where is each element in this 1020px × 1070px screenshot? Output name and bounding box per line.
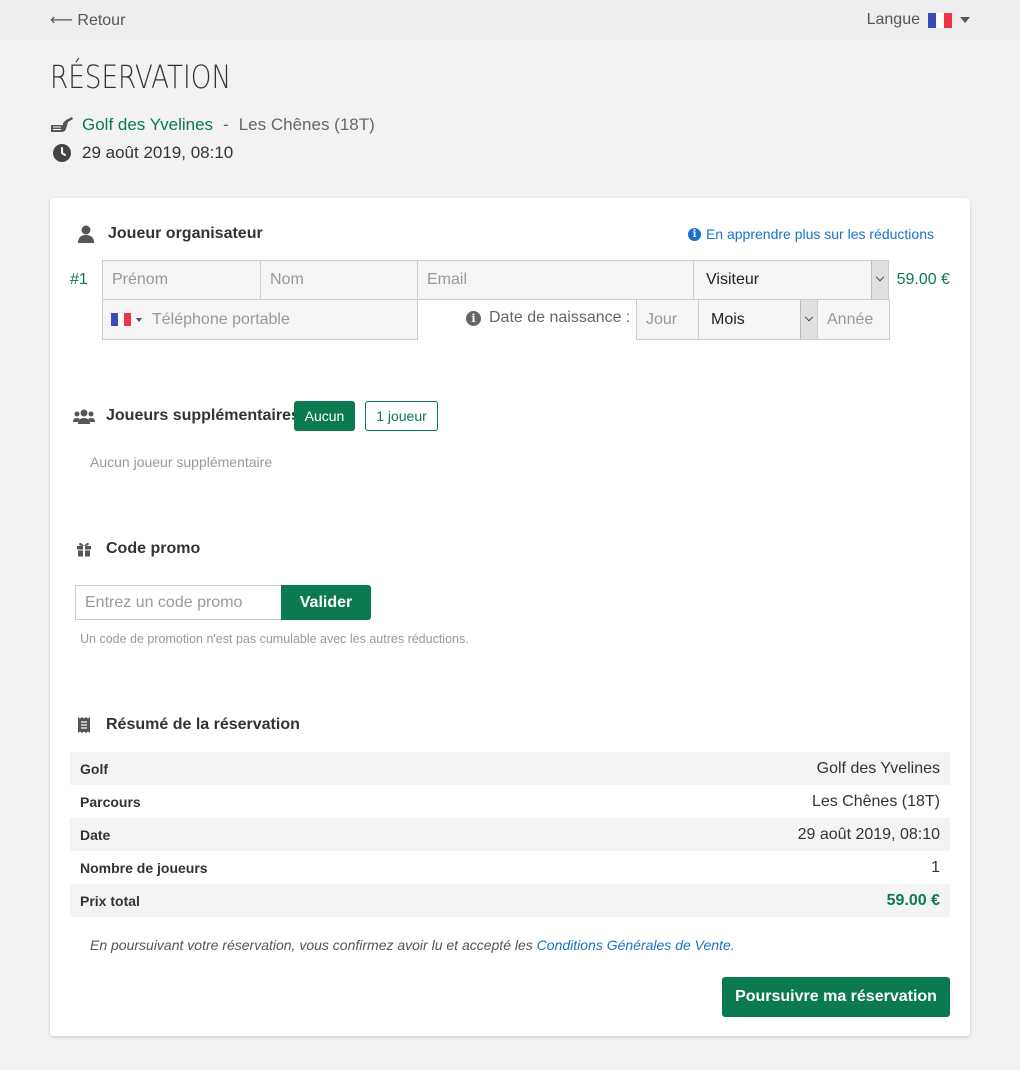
total-price: 59.00 € [886, 891, 940, 909]
phone-input[interactable]: Téléphone portable [102, 299, 418, 340]
summary-value: 1 [931, 858, 940, 876]
promo-code-input[interactable]: Entrez un code promo [75, 585, 282, 620]
no-extra-players-text: Aucun joueur supplémentaire [90, 454, 273, 470]
continue-booking-button[interactable]: Poursuivre ma réservation [722, 977, 950, 1017]
booking-datetime: 29 août 2019, 08:10 [50, 143, 233, 163]
dob-month-value: Mois [711, 310, 745, 328]
phone-placeholder: Téléphone portable [152, 310, 290, 328]
discount-info-link[interactable]: i En apprendre plus sur les réductions [687, 226, 934, 242]
terms-prefix: En poursuivant votre réservation, vous c… [90, 937, 537, 953]
top-bar: ⟵ Retour Langue [0, 0, 1020, 40]
summary-value: 29 août 2019, 08:10 [797, 825, 940, 843]
table-row: Date 29 août 2019, 08:10 [70, 818, 950, 851]
page-title: RÉSERVATION [50, 58, 232, 96]
datetime-text: 29 août 2019, 08:10 [82, 143, 234, 162]
course-name: Les Chênes (18T) [238, 115, 375, 134]
table-row: Parcours Les Chênes (18T) [70, 785, 950, 818]
summary-label: Prix total [80, 892, 140, 909]
promo-submit-button[interactable]: Valider [281, 585, 371, 620]
info-icon: i [687, 227, 701, 241]
back-link[interactable]: ⟵ Retour [50, 10, 125, 30]
summary-value: Les Chênes (18T) [811, 792, 940, 810]
dob-month-select[interactable]: Mois [698, 299, 818, 340]
user-icon [74, 225, 98, 243]
language-label: Langue [866, 11, 920, 28]
flag-fr-icon [928, 12, 952, 28]
summary-label: Date [80, 826, 111, 843]
terms-notice: En poursuivant votre réservation, vous c… [90, 937, 735, 953]
users-icon [72, 408, 96, 424]
firstname-input[interactable]: Prénom [102, 260, 261, 300]
dob-label: i Date de naissance : [466, 309, 630, 327]
chevron-down-icon [800, 300, 817, 339]
booking-card: Joueur organisateur i En apprendre plus … [50, 198, 970, 1036]
email-input[interactable]: Email [417, 260, 694, 300]
player-number: #1 [70, 271, 88, 288]
promo-heading-text: Code promo [106, 540, 201, 557]
info-icon: i [466, 310, 481, 326]
summary-heading-text: Résumé de la réservation [106, 716, 300, 733]
summary-label: Nombre de joueurs [80, 859, 208, 876]
chevron-down-icon [136, 317, 142, 322]
phone-country-selector[interactable] [103, 313, 152, 326]
table-row: Prix total 59.00 € [70, 884, 950, 917]
flag-fr-icon [111, 313, 132, 326]
summary-table: Golf Golf des Yvelines Parcours Les Chên… [70, 752, 950, 917]
table-row: Golf Golf des Yvelines [70, 752, 950, 785]
summary-value: Golf des Yvelines [816, 759, 940, 777]
extra-players-heading: Joueurs supplémentaires [72, 407, 300, 425]
discount-info-text: En apprendre plus sur les réductions [705, 226, 934, 242]
extra-one-button[interactable]: 1 joueur [365, 401, 438, 431]
course-info: Golf des Yvelines - Les Chênes (18T) [50, 115, 375, 135]
extra-players-heading-text: Joueurs supplémentaires [106, 407, 300, 424]
promo-heading: Code promo [72, 540, 200, 558]
dob-year-input[interactable]: Année [817, 299, 890, 340]
player-price: 59.00 € [896, 271, 950, 288]
dob-day-input[interactable]: Jour [636, 299, 699, 340]
chevron-down-icon [960, 17, 970, 23]
terms-link[interactable]: Conditions Générales de Vente [537, 937, 731, 953]
organizer-heading-text: Joueur organisateur [108, 225, 263, 242]
receipt-icon [72, 717, 96, 733]
organizer-heading: Joueur organisateur [74, 225, 263, 243]
promo-note: Un code de promotion n'est pas cumulable… [80, 632, 469, 646]
clock-icon [50, 144, 74, 162]
gift-icon [72, 541, 96, 557]
chevron-down-icon [871, 261, 888, 299]
golf-club-icon [50, 116, 74, 134]
summary-label: Golf [80, 760, 108, 777]
summary-heading: Résumé de la réservation [72, 716, 300, 734]
terms-suffix: . [730, 937, 735, 953]
summary-label: Parcours [80, 793, 141, 810]
separator: - [223, 115, 229, 134]
lastname-input[interactable]: Nom [260, 260, 418, 300]
language-selector[interactable]: Langue [867, 11, 970, 29]
player-type-select[interactable]: Visiteur [693, 260, 889, 300]
golf-name-link[interactable]: Golf des Yvelines [82, 115, 213, 135]
table-row: Nombre de joueurs 1 [70, 851, 950, 884]
extra-none-button[interactable]: Aucun [294, 401, 355, 431]
dob-label-text: Date de naissance : [489, 309, 631, 326]
player-type-value: Visiteur [706, 271, 760, 288]
